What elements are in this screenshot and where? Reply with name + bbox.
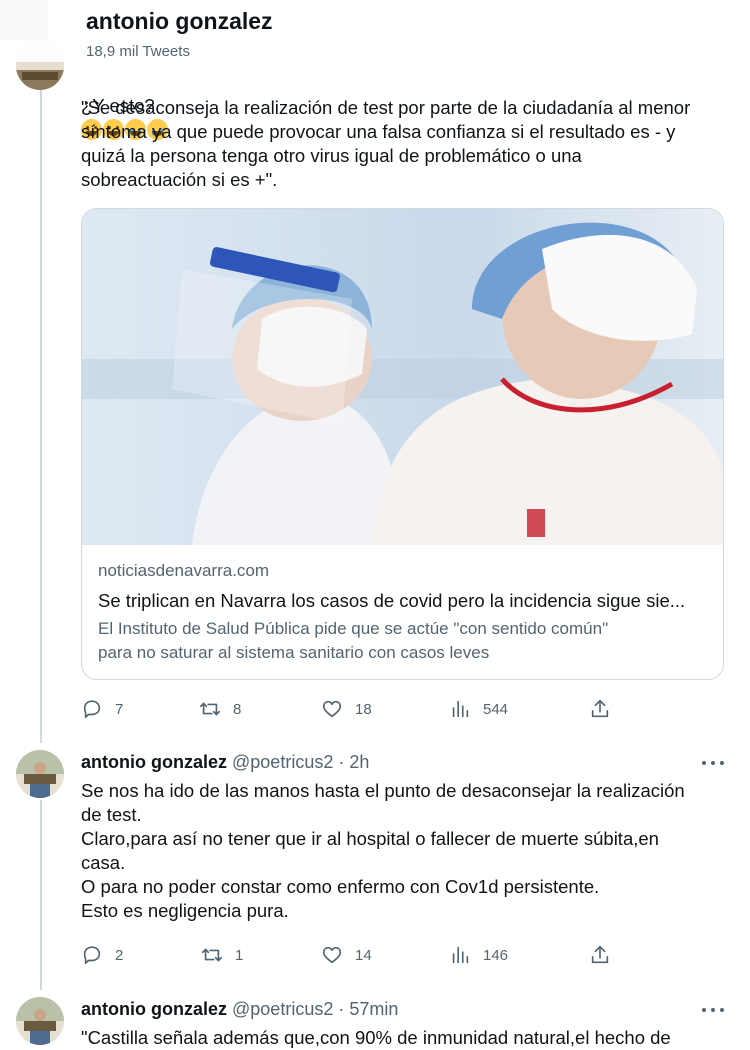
- tweet-body: "Castilla señala además que,con 90% de i…: [81, 1027, 671, 1048]
- reply-button[interactable]: 7: [81, 695, 123, 723]
- author-name[interactable]: antonio gonzalez: [81, 752, 227, 772]
- thread-line: [40, 88, 42, 743]
- like-count: 14: [355, 946, 372, 964]
- share-icon: [591, 945, 609, 964]
- tweet-actions: 2 1 14 146: [81, 941, 641, 969]
- tweet-meta: antonio gonzalez @poetricus2 · 57min: [81, 999, 398, 1020]
- retweet-count: 8: [233, 700, 242, 718]
- retweet-count: 1: [235, 946, 244, 964]
- avatar[interactable]: [16, 997, 64, 1045]
- share-button[interactable]: [589, 695, 611, 723]
- reply-icon: [83, 946, 101, 965]
- profile-name: antonio gonzalez: [86, 8, 273, 34]
- card-title: Se triplican en Navarra los casos de cov…: [98, 590, 686, 611]
- views-count: 146: [483, 946, 509, 964]
- retweet-button[interactable]: 1: [201, 941, 243, 969]
- card-description: El Instituto de Salud Pública pide que s…: [98, 619, 609, 662]
- more-icon[interactable]: [702, 1005, 724, 1015]
- tweet-body: "Se desaconseja la realización de test p…: [81, 97, 691, 190]
- share-icon: [591, 699, 609, 718]
- tweet-actions: 7 8 18 544: [81, 695, 641, 723]
- tweet-body: Se nos ha ido de las manos hasta el punt…: [81, 780, 685, 921]
- more-icon[interactable]: [702, 758, 724, 768]
- author-handle-time[interactable]: @poetricus2 · 2h: [232, 752, 369, 772]
- tweet-meta: antonio gonzalez @poetricus2 · 2h: [81, 752, 369, 773]
- views-icon: [452, 700, 469, 718]
- back-area[interactable]: [0, 0, 48, 40]
- link-card[interactable]: noticiasdenavarra.com Se triplican en Na…: [81, 208, 724, 680]
- profile-header: antonio gonzalez 18,9 mil Tweets: [0, 0, 750, 62]
- heart-icon: [322, 700, 342, 718]
- retweet-button[interactable]: 8: [199, 695, 241, 723]
- card-domain: noticiasdenavarra.com: [98, 561, 270, 580]
- like-count: 18: [355, 700, 372, 718]
- reply-button[interactable]: 2: [81, 941, 123, 969]
- heart-icon: [322, 946, 342, 964]
- card-image: [82, 209, 723, 545]
- retweet-icon: [200, 702, 220, 716]
- views-button[interactable]: 544: [449, 695, 508, 723]
- reply-count: 2: [115, 946, 124, 964]
- author-name[interactable]: antonio gonzalez: [81, 999, 227, 1019]
- reply-count: 7: [115, 700, 124, 718]
- views-icon: [452, 946, 469, 964]
- retweet-icon: [202, 948, 222, 962]
- views-count: 544: [483, 700, 509, 718]
- like-button[interactable]: 14: [321, 941, 372, 969]
- reply-icon: [83, 700, 101, 719]
- views-button[interactable]: 146: [449, 941, 508, 969]
- share-button[interactable]: [589, 941, 611, 969]
- avatar[interactable]: [16, 750, 64, 798]
- thread-line: [40, 800, 42, 990]
- tweet-count: 18,9 mil Tweets: [86, 43, 190, 60]
- author-handle-time[interactable]: @poetricus2 · 57min: [232, 999, 398, 1019]
- like-button[interactable]: 18: [321, 695, 372, 723]
